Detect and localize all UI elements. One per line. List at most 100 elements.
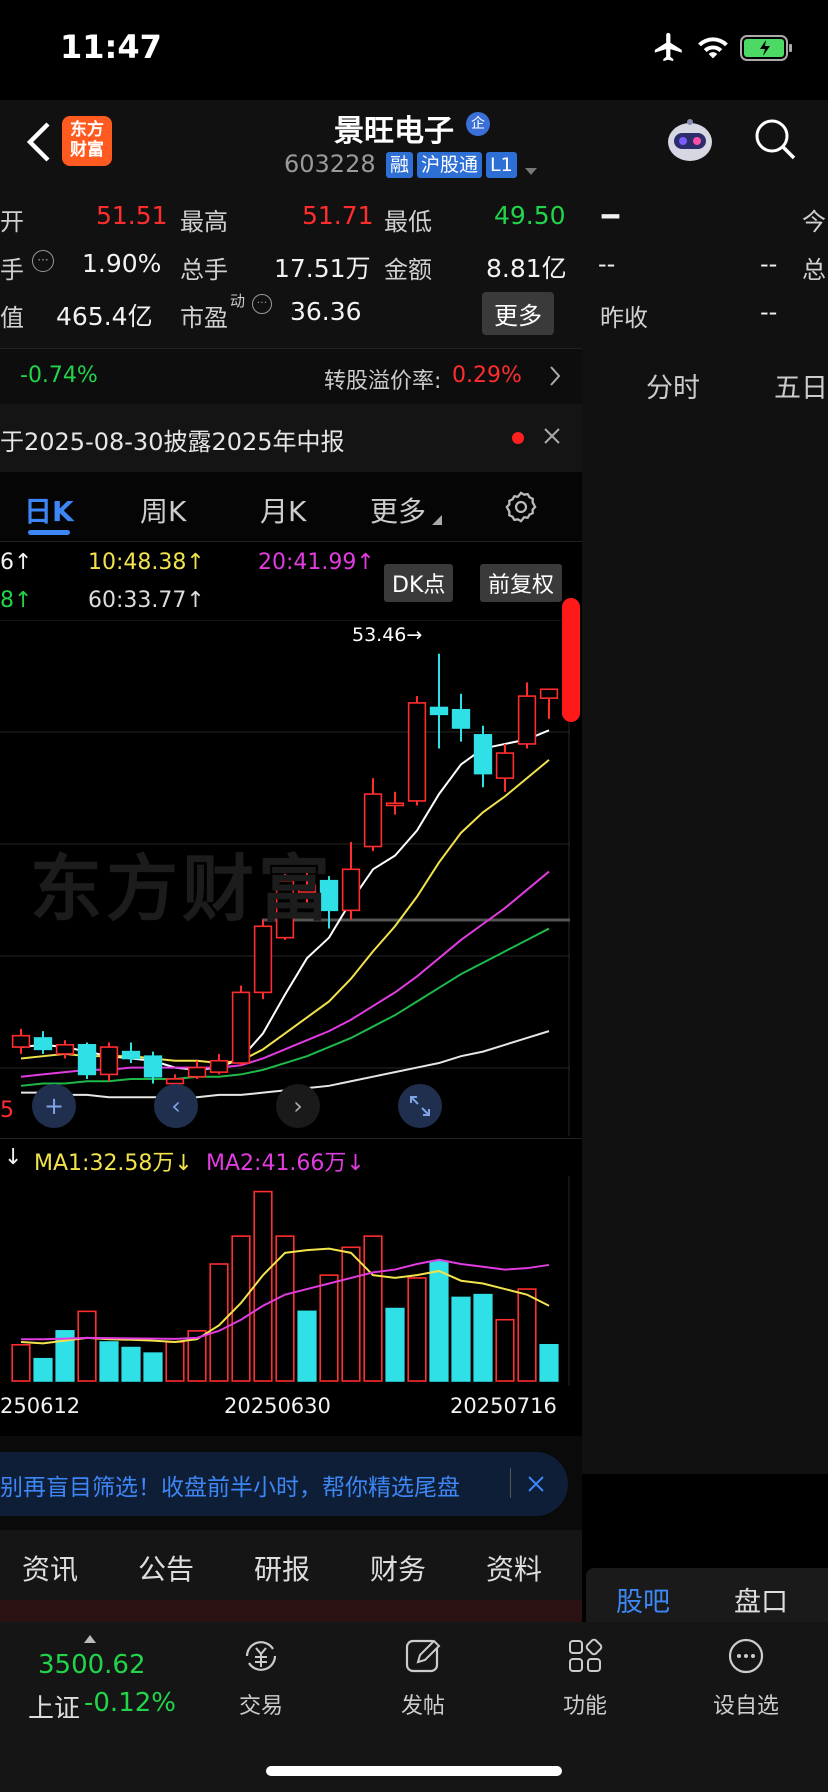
vol-arrow: ↓	[4, 1145, 23, 1170]
adjust-button[interactable]: 前复权	[480, 564, 563, 602]
x-label-2: 20250630	[224, 1394, 331, 1418]
volume-bar	[473, 1293, 493, 1382]
tab-indicator	[28, 530, 70, 535]
candle-body	[407, 702, 427, 802]
amount-label: 金额	[384, 256, 432, 284]
tab-news[interactable]: 资讯	[22, 1548, 78, 1588]
volume-bar	[165, 1341, 185, 1382]
functions-icon	[569, 1638, 603, 1672]
tab-intraday[interactable]: 分时	[646, 366, 700, 405]
more-caret-icon	[432, 510, 442, 529]
convertible-row[interactable]: -0.74% 转股溢价率: 0.29%	[0, 348, 582, 404]
more-button[interactable]: 更多	[482, 292, 554, 335]
high-value: 51.71	[302, 201, 374, 230]
candle-body	[363, 793, 383, 848]
candle-body	[11, 1034, 31, 1048]
candle-body	[77, 1043, 97, 1076]
candle-body	[187, 1066, 207, 1078]
nav-trade[interactable]: 交易	[226, 1636, 296, 1720]
pe-info-icon[interactable]: ···	[252, 294, 272, 314]
volume-bar	[121, 1346, 141, 1382]
candle-body	[209, 1059, 229, 1073]
volume-bar	[253, 1190, 273, 1382]
expand-button[interactable]	[398, 1084, 442, 1128]
ma20-value: 20:41.99↑	[258, 550, 375, 575]
promo-banner[interactable]: 别再盲目筛选！收盘前半小时，帮你精选尾盘	[0, 1452, 568, 1516]
tab-research[interactable]: 研报	[254, 1548, 310, 1588]
volume-svg	[11, 1176, 570, 1386]
volume-bar	[429, 1260, 449, 1382]
notice-row[interactable]: 于2025-08-30披露2025年中报	[0, 404, 582, 472]
zoom-in-button[interactable]: +	[32, 1084, 76, 1128]
candle-body	[473, 734, 493, 775]
right-panel: 分时 五日	[582, 348, 828, 1474]
volume-bar	[319, 1274, 339, 1382]
amount-value: 8.81亿	[486, 254, 567, 283]
app-logo: 东方 财富	[62, 116, 112, 166]
settings-gear-icon[interactable]	[504, 490, 538, 528]
index-up-caret-icon	[84, 1628, 96, 1647]
volume-bar	[77, 1310, 97, 1382]
volume-bar	[99, 1341, 119, 1382]
vol-ma1: MA1:32.58万↓	[34, 1151, 193, 1176]
tab-financials[interactable]: 财务	[370, 1548, 426, 1588]
volume-bar	[451, 1296, 471, 1382]
notice-text: 于2025-08-30披露2025年中报	[0, 428, 345, 456]
back-icon[interactable]	[24, 120, 52, 168]
search-icon[interactable]	[752, 116, 798, 166]
tab-day-k[interactable]: 日K	[24, 490, 74, 530]
nav-post[interactable]: 发帖	[388, 1636, 458, 1720]
open-label: 开	[0, 208, 24, 236]
vol-ma2: MA2:41.66万↓	[206, 1151, 365, 1176]
tab-more[interactable]: 更多	[370, 490, 426, 530]
candle-body	[121, 1050, 141, 1060]
candle-body	[231, 991, 251, 1064]
volume-bar	[143, 1352, 163, 1382]
stock-name: 景旺电子	[334, 114, 454, 149]
notice-dot	[512, 432, 524, 444]
x-label-3: 20250716	[450, 1394, 557, 1418]
enterprise-badge: 企	[466, 112, 490, 136]
volume-value: 17.51万	[274, 254, 371, 283]
tab-week-k[interactable]: 周K	[140, 490, 186, 530]
close-icon[interactable]	[542, 426, 562, 450]
nav-functions[interactable]: 功能	[550, 1636, 620, 1720]
turnover-label: 手	[0, 256, 24, 284]
bottom-nav: 3500.62 上证 -0.12% 交易 发帖 功能 设自选	[0, 1622, 828, 1792]
level-badge: L1	[486, 152, 517, 178]
tab-month-k[interactable]: 月K	[260, 490, 306, 530]
tab-announcements[interactable]: 公告	[138, 1548, 194, 1588]
index-value[interactable]: 3500.62	[38, 1650, 146, 1680]
volume-bar	[11, 1343, 31, 1382]
turnover-value: 1.90%	[82, 249, 162, 278]
tab-five-day[interactable]: 五日	[774, 366, 828, 405]
info-icon[interactable]: ···	[32, 250, 54, 272]
premium-value: 0.29%	[452, 363, 522, 388]
right-total-label: 总	[802, 256, 826, 284]
robot-assistant-icon[interactable]	[664, 116, 716, 172]
promo-text: 别再盲目筛选！收盘前半小时，帮你精选尾盘	[0, 1475, 460, 1501]
candle-body	[165, 1078, 185, 1085]
dropdown-icon[interactable]	[524, 162, 538, 181]
left-marker: 5	[0, 1098, 14, 1123]
tab-guba[interactable]: 股吧	[616, 1580, 670, 1619]
promo-divider	[510, 1468, 511, 1498]
mktcap-label: 值	[0, 304, 24, 332]
status-bar: 11:47	[0, 0, 828, 100]
volume-header: ↓ MA1:32.58万↓ MA2:41.66万↓	[0, 1138, 582, 1178]
volume-bar	[363, 1235, 383, 1382]
pan-right-button[interactable]: ›	[276, 1084, 320, 1128]
tab-pankou[interactable]: 盘口	[734, 1580, 788, 1619]
pan-left-button[interactable]: ‹	[154, 1084, 198, 1128]
dk-point-button[interactable]: DK点	[384, 564, 454, 602]
add-watchlist-icon	[728, 1638, 764, 1674]
high-marker: 53.46→	[352, 624, 423, 646]
tab-profile[interactable]: 资料	[486, 1548, 542, 1588]
nav-watchlist[interactable]: 设自选	[706, 1636, 786, 1720]
volume-bar	[297, 1310, 317, 1382]
mktcap-value: 465.4亿	[56, 302, 153, 331]
nav-functions-label: 功能	[562, 1694, 607, 1719]
volume-bar	[33, 1357, 53, 1382]
promo-close-icon[interactable]	[526, 1474, 546, 1498]
info-tabs: 资讯 公告 研报 财务 资料	[0, 1530, 582, 1600]
